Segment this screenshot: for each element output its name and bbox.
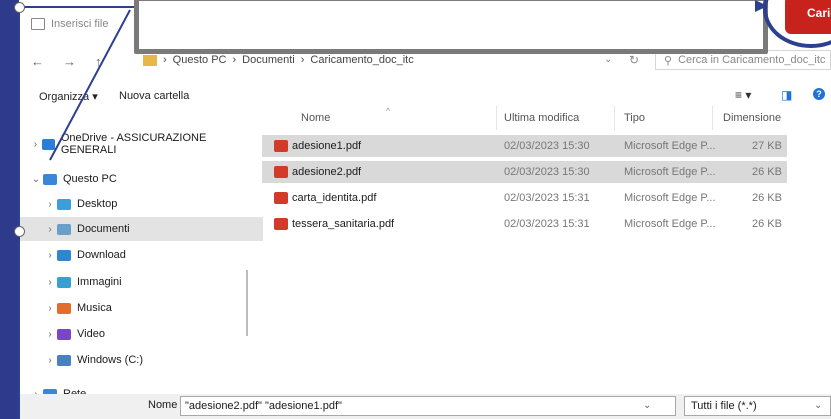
handle-dot	[14, 2, 25, 13]
handle-dot	[14, 226, 25, 237]
annotation-line	[49, 9, 131, 161]
annotation-overlay	[49, 0, 768, 161]
arrow-head-icon	[755, 0, 768, 12]
